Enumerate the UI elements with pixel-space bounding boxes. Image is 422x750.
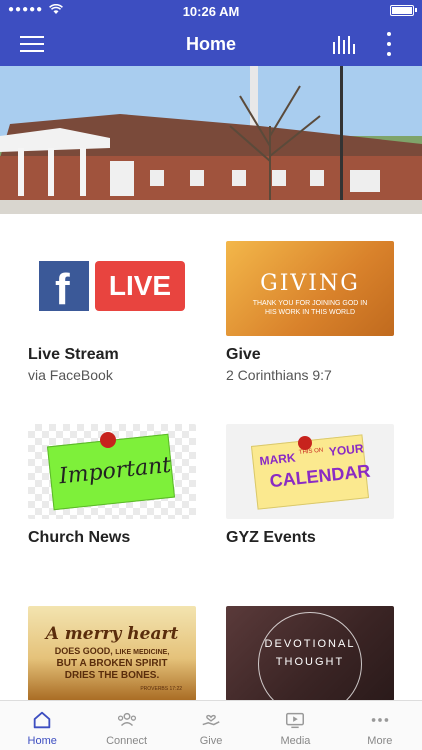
people-icon bbox=[117, 712, 136, 727]
devotional-thumbnail: DEVOTIONAL THOUGHT bbox=[226, 606, 394, 701]
tile-devotional[interactable]: DEVOTIONAL THOUGHT bbox=[226, 606, 394, 701]
more-icon bbox=[371, 718, 389, 722]
status-bar: ●●●●● 10:26 AM bbox=[0, 0, 422, 22]
page-title: Home bbox=[185, 34, 236, 54]
give-thumbnail: GIVING THANK YOU FOR JOINING GOD IN HIS … bbox=[226, 241, 394, 336]
app-header: Home bbox=[0, 22, 422, 66]
tile-title: Live Stream bbox=[28, 346, 119, 363]
pushpin-icon bbox=[100, 432, 116, 448]
tile-live-stream[interactable]: f LIVE Live Stream via FaceBook bbox=[28, 241, 196, 383]
tile-give[interactable]: GIVING THANK YOU FOR JOINING GOD IN HIS … bbox=[226, 241, 394, 383]
more-options-icon[interactable] bbox=[386, 32, 392, 56]
tile-gyz-events[interactable]: MARK THIS ON YOUR CALENDAR GYZ Events bbox=[226, 424, 394, 547]
tile-title: Give bbox=[226, 346, 261, 363]
tile-subtitle: via FaceBook bbox=[28, 367, 113, 383]
tile-title: GYZ Events bbox=[226, 529, 316, 546]
nav-home[interactable]: Home bbox=[0, 701, 84, 750]
bottom-nav: Home Connect Give Media More bbox=[0, 700, 422, 750]
nav-give[interactable]: Give bbox=[169, 701, 253, 750]
church-hero-image bbox=[0, 66, 422, 214]
live-badge: LIVE bbox=[95, 261, 185, 311]
battery-icon bbox=[390, 5, 417, 16]
gyz-events-thumbnail: MARK THIS ON YOUR CALENDAR bbox=[226, 424, 394, 519]
tile-church-news[interactable]: Important Church News bbox=[28, 424, 196, 547]
pushpin-icon bbox=[298, 436, 312, 450]
tile-subtitle: 2 Corinthians 9:7 bbox=[226, 367, 332, 383]
facebook-icon: f bbox=[39, 261, 89, 314]
nav-connect[interactable]: Connect bbox=[84, 701, 168, 750]
tile-title: Church News bbox=[28, 529, 131, 546]
audio-bars-icon[interactable] bbox=[333, 34, 357, 54]
give-icon bbox=[202, 714, 220, 726]
home-icon bbox=[33, 711, 51, 729]
media-icon bbox=[286, 712, 305, 729]
status-time: 10:26 AM bbox=[182, 4, 240, 19]
proverb-thumbnail: A merry heart DOES GOOD, LIKE MEDICINE, … bbox=[28, 606, 196, 701]
nav-media[interactable]: Media bbox=[253, 701, 337, 750]
tile-proverb[interactable]: A merry heart DOES GOOD, LIKE MEDICINE, … bbox=[28, 606, 196, 701]
nav-more[interactable]: More bbox=[338, 701, 422, 750]
live-stream-thumbnail: f LIVE bbox=[28, 241, 196, 336]
church-news-thumbnail: Important bbox=[28, 424, 196, 519]
